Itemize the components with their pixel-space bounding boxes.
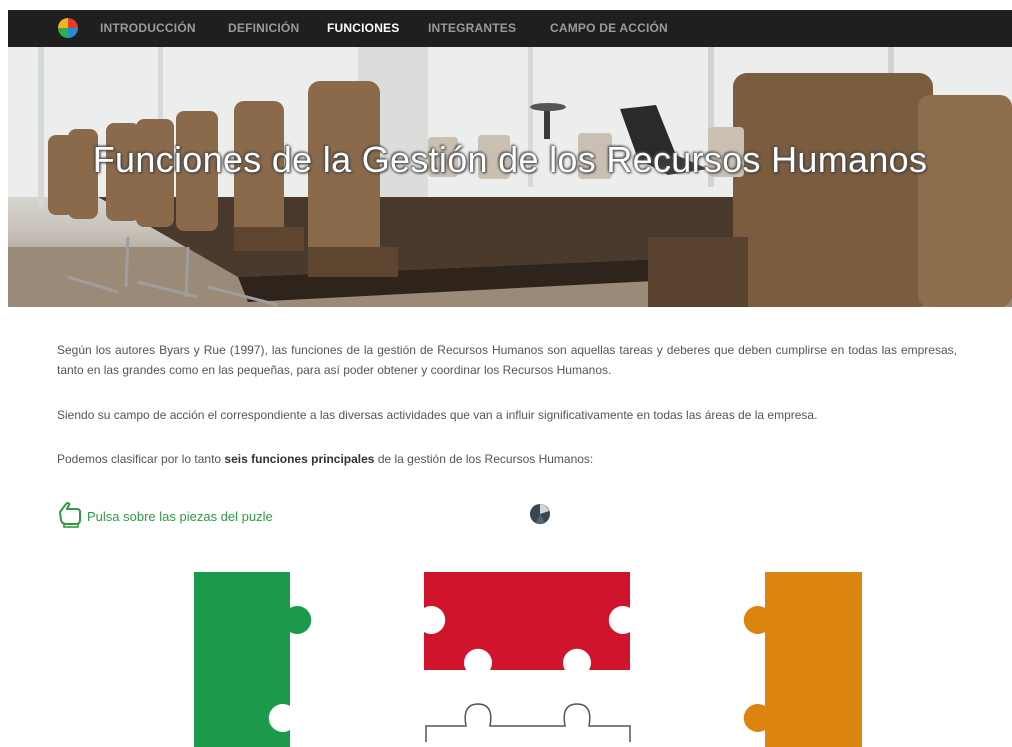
puzzle-board	[194, 572, 862, 747]
hero-banner: Funciones de la Gestión de los Recursos …	[8, 47, 1012, 307]
paragraph-clasificacion-end: de la gestión de los Recursos Humanos:	[374, 452, 594, 466]
nav-item-integrantes[interactable]: INTEGRANTES	[428, 21, 516, 35]
paragraph-clasificacion-start: Podemos clasificar por lo tanto	[57, 452, 225, 466]
loading-spinner-icon	[530, 504, 550, 525]
top-nav: INTRODUCCIÓN DEFINICIÓN FUNCIONES INTEGR…	[8, 10, 1012, 47]
puzzle-piece-outline[interactable]	[425, 703, 631, 742]
pointing-hand-icon	[59, 502, 81, 528]
hero-title: Funciones de la Gestión de los Recursos …	[92, 139, 928, 180]
nav-item-campo-de-accion[interactable]: CAMPO DE ACCIÓN	[550, 21, 668, 35]
nav-item-introduccion[interactable]: INTRODUCCIÓN	[100, 21, 196, 35]
puzzle-hint-text: Pulsa sobre las piezas del puzle	[87, 509, 273, 524]
puzzle-piece-orange[interactable]	[743, 572, 862, 747]
paragraph-authors: Según los autores Byars y Rue (1997), la…	[57, 343, 957, 377]
puzzle-logo-icon[interactable]	[58, 18, 78, 38]
nav-item-funciones[interactable]: FUNCIONES	[327, 21, 399, 35]
puzzle-piece-green[interactable]	[194, 572, 312, 747]
paragraph-clasificacion: Podemos clasificar por lo tanto seis fun…	[57, 449, 957, 469]
puzzle-piece-red[interactable]	[424, 572, 630, 670]
paragraph-campo: Siendo su campo de acción el correspondi…	[57, 408, 818, 422]
paragraph-clasificacion-bold: seis funciones principales	[224, 452, 375, 466]
nav-item-definicion[interactable]: DEFINICIÓN	[228, 21, 299, 35]
